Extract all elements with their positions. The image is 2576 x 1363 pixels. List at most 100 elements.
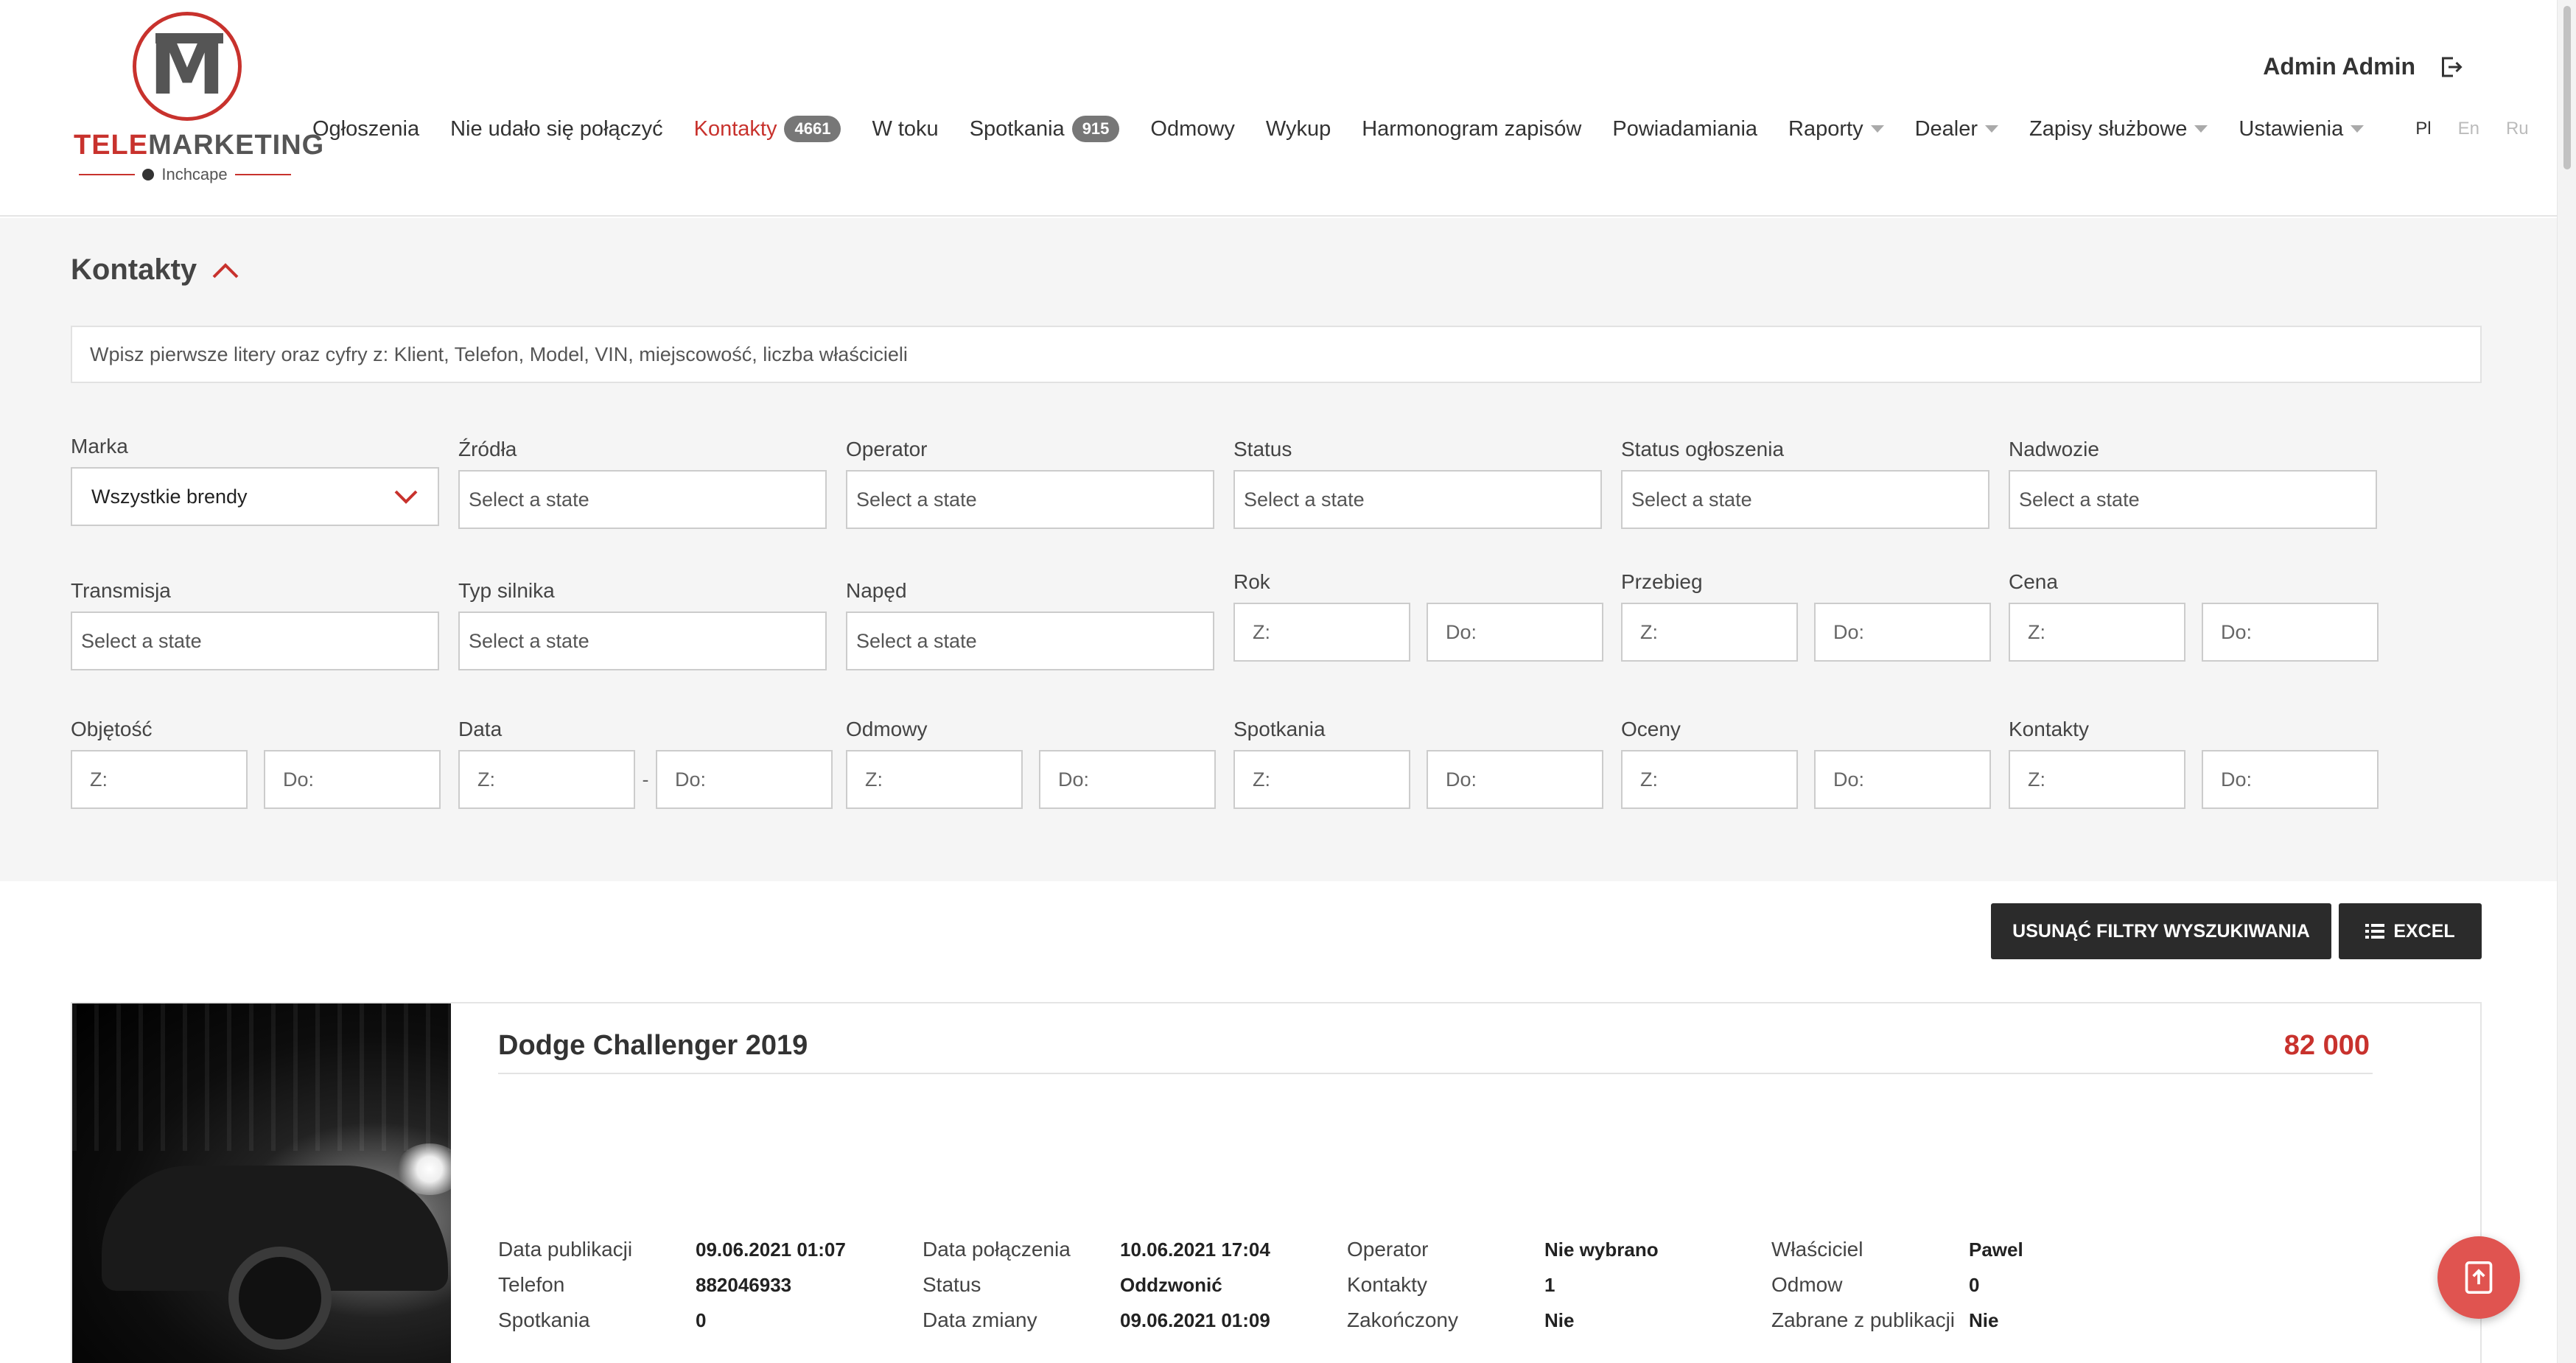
odmowy-from-input[interactable]: Z: [846, 750, 1023, 809]
oceny-filter: Oceny Z: Do: [1621, 718, 1991, 809]
kontakty-from-input[interactable]: Z: [2009, 750, 2185, 809]
nav-item-ogloszenia[interactable]: Ogłoszenia [312, 117, 419, 141]
przebieg-to-input[interactable]: Do: [1814, 603, 1991, 662]
inchcape-dot-icon [142, 169, 155, 181]
listing-title[interactable]: Dodge Challenger 2019 [498, 1030, 808, 1062]
listing-card[interactable]: Dodge Challenger 2019 82 000 Data publik… [71, 1002, 2482, 1363]
chevron-down-icon [394, 490, 418, 504]
rok-to-input[interactable]: Do: [1427, 603, 1603, 662]
nav-item-nie-udalo-sie-polaczyc[interactable]: Nie udało się połączyć [450, 117, 663, 141]
count-badge: 915 [1071, 116, 1120, 142]
info-label: Telefon [498, 1273, 565, 1296]
caret-down-icon [1870, 125, 1884, 133]
cena-from-input[interactable]: Z: [2009, 603, 2185, 662]
page-scrollbar[interactable] [2557, 0, 2576, 1363]
export-fab-button[interactable] [2437, 1236, 2520, 1319]
transmisja-select[interactable]: Select a state [71, 612, 439, 670]
status-ogloszenia-filter: Status ogłoszenia Select a state [1621, 438, 1989, 529]
logo-circle: M [133, 12, 242, 121]
logo-subtitle: Inchcape [74, 165, 296, 184]
nav-item-odmowy[interactable]: Odmowy [1150, 117, 1234, 141]
nav-item-label: Kontakty [693, 116, 777, 141]
objetosc-to-input[interactable]: Do: [264, 750, 441, 809]
info-value: Nie [1969, 1309, 1999, 1331]
spotkania-from-input[interactable]: Z: [1233, 750, 1410, 809]
naped-filter: Napęd Select a state [846, 579, 1214, 670]
nav-item-wykup[interactable]: Wykup [1266, 117, 1331, 141]
nav-item-ustawienia[interactable]: Ustawienia [2239, 116, 2365, 141]
info-value: 0 [1969, 1274, 1980, 1296]
brand-select[interactable]: Wszystkie brendy [71, 467, 439, 526]
language-pl[interactable]: Pl [2415, 119, 2431, 139]
rok-from-input[interactable]: Z: [1233, 603, 1410, 662]
operator-select[interactable]: Select a state [846, 470, 1214, 529]
caret-down-icon [2351, 125, 2365, 133]
info-value: Pawel [1969, 1238, 2023, 1261]
scroll-thumb[interactable] [2563, 6, 2571, 169]
count-badge: 4661 [784, 116, 841, 142]
brand-label: Marka [71, 435, 128, 458]
info-label: Właściciel [1771, 1238, 1863, 1261]
oceny-label: Oceny [1621, 718, 1681, 740]
nav-item-label: Dealer [1914, 116, 1978, 141]
kontakty-range: Z: Do: [2009, 750, 2379, 809]
oceny-to-input[interactable]: Do: [1814, 750, 1991, 809]
status-ogloszenia-label: Status ogłoszenia [1621, 438, 1785, 460]
oceny-from-input[interactable]: Z: [1621, 750, 1798, 809]
search-input[interactable]: Wpisz pierwsze litery oraz cyfry z: Klie… [71, 326, 2482, 383]
nav-item-dealer[interactable]: Dealer [1914, 116, 1999, 141]
excel-export-button[interactable]: EXCEL [2339, 903, 2482, 959]
listing-price: 82 000 [2283, 1030, 2370, 1061]
nav-item-label: Ustawienia [2239, 116, 2344, 141]
info-value: 09.06.2021 01:09 [1120, 1309, 1270, 1331]
naped-select[interactable]: Select a state [846, 612, 1214, 670]
zrodla-filter: Źródła Select a state [458, 438, 827, 529]
data-from-input[interactable]: Z: [458, 750, 635, 809]
listing-photo[interactable] [72, 1003, 451, 1363]
status-ogloszenia-select[interactable]: Select a state [1621, 470, 1989, 529]
info-row-data-polaczenia: Data połączenia 10.06.2021 17:04 [923, 1232, 1270, 1267]
objetosc-range: Z: Do: [71, 750, 441, 809]
transmisja-label: Transmisja [71, 579, 171, 602]
chevron-up-icon[interactable] [211, 262, 239, 279]
cena-to-input[interactable]: Do: [2202, 603, 2379, 662]
info-row-wlasciciel: Właściciel Pawel [1771, 1232, 2023, 1267]
clear-filters-button[interactable]: USUNĄĆ FILTRY WYSZUKIWANIA [1991, 903, 2331, 959]
info-row-status: Status Oddzwonić [923, 1267, 1270, 1303]
user-name[interactable]: Admin Admin [2263, 53, 2415, 80]
kontakty-to-input[interactable]: Do: [2202, 750, 2379, 809]
nav-item-powiadamiania[interactable]: Powiadamiania [1612, 117, 1757, 141]
data-range: Z: - Do: [458, 750, 833, 809]
cena-label: Cena [2009, 570, 2058, 593]
telemarketing-logo[interactable]: M TELEMARKETING Inchcape [74, 12, 323, 186]
data-to-input[interactable]: Do: [656, 750, 833, 809]
status-select[interactable]: Select a state [1233, 470, 1602, 529]
typ-silnika-select[interactable]: Select a state [458, 612, 827, 670]
operator-filter: Operator Select a state [846, 438, 1214, 529]
typ-silnika-label: Typ silnika [458, 579, 555, 602]
nav-item-harmonogram-zapisow[interactable]: Harmonogram zapisów [1362, 117, 1581, 141]
nav-item-spotkania[interactable]: Spotkania 915 [970, 116, 1120, 142]
przebieg-from-input[interactable]: Z: [1621, 603, 1798, 662]
info-row-spotkania: Spotkania 0 [498, 1303, 846, 1338]
info-label: Data połączenia [923, 1238, 1071, 1261]
nav-item-w-toku[interactable]: W toku [872, 117, 938, 141]
listing-info-column: Operator Nie wybrano Kontakty 1 Zakończony Ni… [1347, 1232, 1659, 1338]
nadwozie-select[interactable]: Select a state [2009, 470, 2377, 529]
zrodla-select[interactable]: Select a state [458, 470, 827, 529]
language-ru[interactable]: Ru [2506, 119, 2529, 139]
kontakty-filter: Kontakty Z: Do: [2009, 718, 2379, 809]
export-icon [2465, 1261, 2493, 1294]
nadwozie-label: Nadwozie [2009, 438, 2099, 460]
spotkania-to-input[interactable]: Do: [1427, 750, 1603, 809]
nav-item-raporty[interactable]: Raporty [1788, 117, 1884, 141]
logout-icon[interactable] [2437, 54, 2464, 80]
info-row-zabrane-z-publikacji: Zabrane z publikacji Nie [1771, 1303, 2023, 1338]
objetosc-from-input[interactable]: Z: [71, 750, 248, 809]
info-row-zakonczony: Zakończony Nie [1347, 1303, 1659, 1338]
language-en[interactable]: En [2458, 119, 2479, 139]
nav-item-kontakty[interactable]: Kontakty 4661 [694, 116, 841, 142]
odmowy-to-input[interactable]: Do: [1039, 750, 1216, 809]
status-filter: Status Select a state [1233, 438, 1602, 529]
nav-item-zapisy-sluzbowe[interactable]: Zapisy służbowe [2029, 117, 2208, 141]
